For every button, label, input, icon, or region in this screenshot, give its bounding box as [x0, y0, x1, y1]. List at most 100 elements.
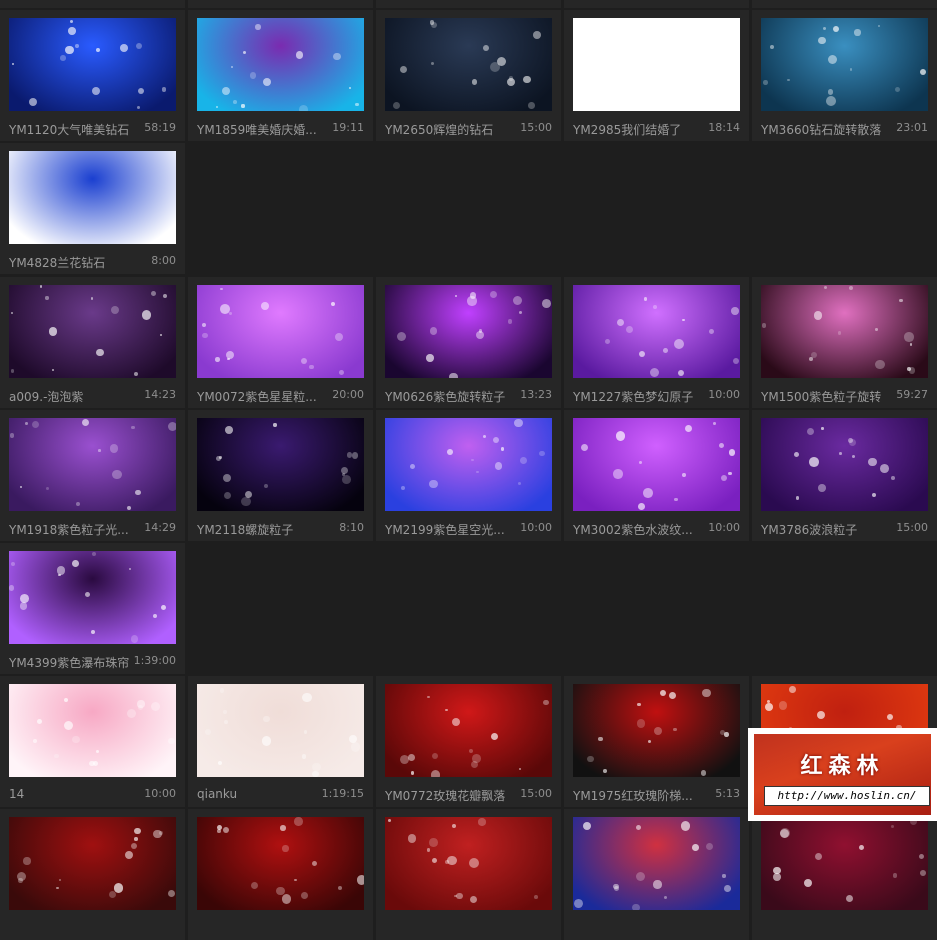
video-thumbnail[interactable] — [197, 285, 364, 378]
sparkle-decoration — [431, 61, 435, 65]
sparkle-decoration — [649, 368, 660, 378]
video-thumbnail[interactable] — [9, 151, 176, 244]
sparkle-decoration — [880, 464, 890, 474]
video-tile[interactable]: YM2650辉煌的钻石 15:00 — [376, 10, 561, 141]
video-tile[interactable] — [0, 809, 185, 940]
video-thumbnail[interactable] — [197, 684, 364, 777]
video-duration: 14:29 — [144, 521, 176, 534]
video-thumbnail[interactable] — [197, 18, 364, 111]
sparkle-decoration — [647, 739, 652, 744]
video-thumbnail[interactable] — [761, 817, 928, 910]
sparkle-decoration — [789, 686, 796, 693]
sparkle-decoration — [280, 825, 286, 832]
video-tile[interactable]: YM4828兰花钻石 8:00 — [0, 143, 185, 274]
video-thumbnail[interactable] — [385, 418, 552, 511]
video-thumbnail[interactable] — [573, 285, 740, 378]
video-title: YM4828兰花钻石 — [9, 256, 106, 270]
sparkle-decoration — [507, 319, 513, 324]
video-thumbnail[interactable] — [385, 285, 552, 378]
sparkle-decoration — [444, 859, 449, 864]
video-tile[interactable]: YM1918紫色粒子光... 14:29 — [0, 410, 185, 541]
video-title: a009.-泡泡紫 — [9, 390, 84, 404]
sparkle-decoration — [724, 885, 731, 893]
sparkle-decoration — [428, 479, 438, 489]
video-tile[interactable]: YM4399紫色瀑布珠帘 1:39:00 — [0, 543, 185, 674]
sparkle-decoration — [81, 419, 89, 427]
video-tile[interactable]: YM3786波浪粒子 15:00 — [752, 410, 937, 541]
partial-tile[interactable] — [188, 0, 373, 8]
sparkle-decoration — [11, 561, 16, 566]
video-thumbnail[interactable] — [761, 18, 928, 111]
sparkle-decoration — [133, 372, 138, 377]
partial-tile[interactable] — [376, 0, 561, 8]
video-thumbnail[interactable] — [761, 418, 928, 511]
video-tile[interactable] — [752, 809, 937, 940]
video-tile[interactable]: qianku 1:19:15 — [188, 676, 373, 807]
sparkle-decoration — [849, 439, 857, 447]
video-thumbnail[interactable] — [9, 817, 176, 910]
video-tile[interactable]: YM0072紫色星星粒... 20:00 — [188, 277, 373, 408]
sparkle-decoration — [587, 755, 594, 763]
video-tile[interactable]: 14 10:00 — [0, 676, 185, 807]
video-thumbnail[interactable] — [385, 684, 552, 777]
sparkle-decoration — [470, 458, 474, 462]
video-tile[interactable]: YM1500紫色粒子旋转 59:27 — [752, 277, 937, 408]
sparkle-decoration — [681, 473, 686, 477]
video-tile[interactable]: YM1227紫色梦幻原子 10:00 — [564, 277, 749, 408]
video-thumbnail[interactable] — [9, 285, 176, 378]
video-tile[interactable]: YM3002紫色水波纹... 10:00 — [564, 410, 749, 541]
partial-tile[interactable] — [752, 0, 937, 8]
sparkle-decoration — [512, 296, 522, 306]
sparkle-decoration — [728, 471, 732, 476]
video-tile[interactable]: YM0772玫瑰花瓣飘落 15:00 — [376, 676, 561, 807]
video-thumbnail[interactable] — [573, 418, 740, 511]
video-tile[interactable] — [376, 809, 561, 940]
video-thumbnail[interactable] — [9, 551, 176, 644]
sparkle-decoration — [126, 505, 131, 510]
video-thumbnail[interactable] — [385, 817, 552, 910]
sparkle-decoration — [705, 842, 714, 850]
video-tile[interactable]: YM0626紫色旋转粒子 13:23 — [376, 277, 561, 408]
sparkle-decoration — [887, 714, 894, 721]
video-tile[interactable]: a009.-泡泡紫 14:23 — [0, 277, 185, 408]
partial-tile[interactable] — [0, 0, 185, 8]
sparkle-decoration — [130, 635, 138, 643]
video-tile[interactable]: YM1120大气唯美钻石 58:19 — [0, 10, 185, 141]
sparkle-decoration — [32, 739, 37, 743]
video-thumbnail[interactable] — [9, 418, 176, 511]
video-thumbnail[interactable] — [573, 817, 740, 910]
video-thumbnail[interactable] — [9, 684, 176, 777]
sparkle-decoration — [223, 710, 227, 714]
video-tile[interactable]: YM3660钻石旋转散落 23:01 — [752, 10, 937, 141]
video-thumbnail[interactable] — [573, 18, 740, 111]
video-tile[interactable]: YM1975红玫瑰阶梯... 5:13 — [564, 676, 749, 807]
sparkle-decoration — [241, 104, 245, 108]
video-thumbnail[interactable] — [197, 418, 364, 511]
video-duration: 18:14 — [708, 121, 740, 134]
video-thumbnail[interactable] — [761, 285, 928, 378]
video-tile[interactable]: YM2199紫色星空光... 10:00 — [376, 410, 561, 541]
sparkle-decoration — [482, 434, 487, 439]
video-duration: 59:27 — [896, 388, 928, 401]
video-tile[interactable]: YM2985我们结婚了 18:14 — [564, 10, 749, 141]
video-thumbnail[interactable] — [197, 817, 364, 910]
sparkle-decoration — [518, 310, 523, 315]
sparkle-decoration — [56, 566, 66, 575]
video-thumbnail[interactable] — [385, 18, 552, 111]
video-thumbnail[interactable] — [9, 18, 176, 111]
sparkle-decoration — [643, 488, 653, 498]
video-thumbnail[interactable] — [573, 684, 740, 777]
sparkle-decoration — [519, 457, 527, 465]
sparkle-decoration — [111, 305, 120, 314]
sparkle-decoration — [500, 447, 505, 451]
video-duration: 13:23 — [520, 388, 552, 401]
video-tile[interactable]: YM1859唯美婚庆婚... 19:11 — [188, 10, 373, 141]
sparkle-decoration — [249, 72, 257, 79]
video-tile[interactable] — [564, 809, 749, 940]
sparkle-decoration — [12, 63, 15, 66]
partial-tile[interactable] — [564, 0, 749, 8]
sparkle-decoration — [64, 698, 69, 703]
video-duration: 1:19:15 — [321, 787, 364, 800]
video-tile[interactable] — [188, 809, 373, 940]
video-tile[interactable]: YM2118螺旋粒子 8:10 — [188, 410, 373, 541]
